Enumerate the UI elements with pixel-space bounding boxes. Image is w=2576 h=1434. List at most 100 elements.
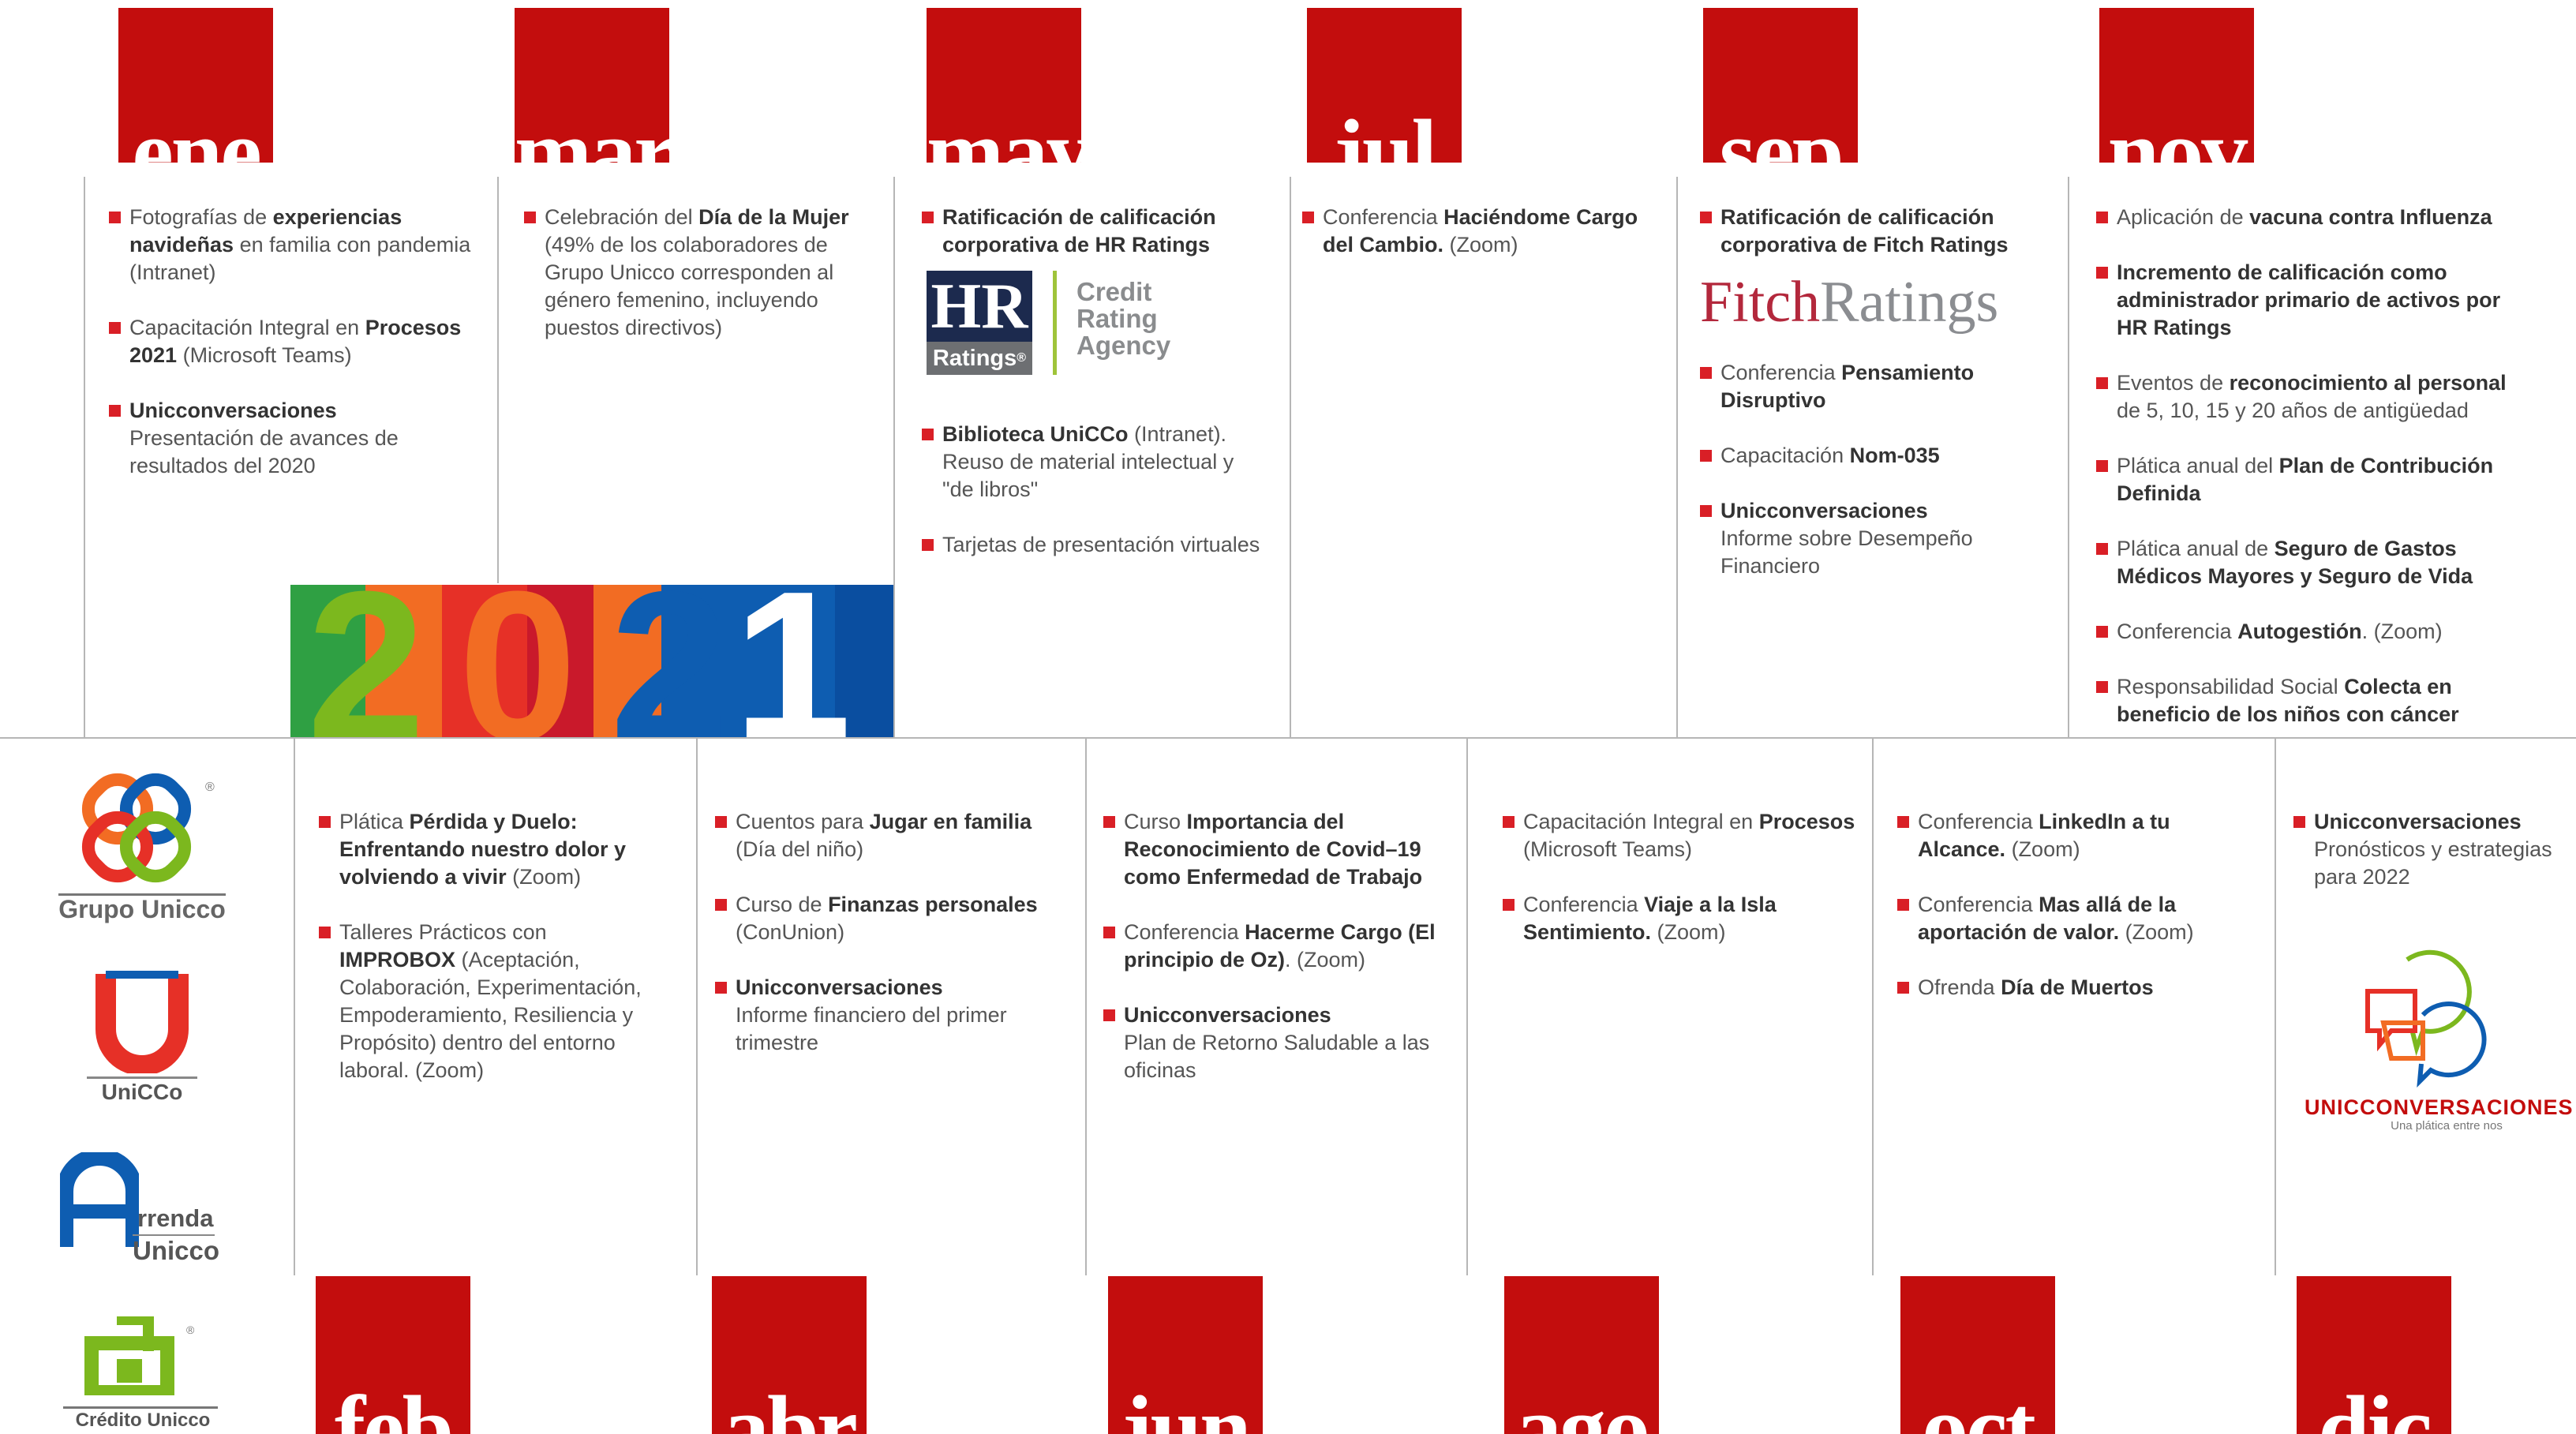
month-label: feb	[334, 1376, 454, 1434]
column-divider	[1466, 737, 1468, 1275]
month-block-ago: ago	[1504, 1276, 1659, 1434]
month-block-abr: abr	[712, 1276, 867, 1434]
credito-unicco-logo: ® Crédito Unicco	[60, 1316, 226, 1434]
hr-logo-letters: HR	[930, 270, 1028, 342]
bullet	[1103, 1009, 1115, 1021]
list-item: Incremento de calificación como administ…	[2096, 259, 2522, 342]
month-label: sep	[1719, 100, 1844, 163]
column-divider	[696, 737, 698, 1275]
bullet	[1503, 899, 1515, 911]
list-item: Biblioteca UniCCo (Intranet). Reuso de m…	[922, 421, 1261, 504]
list-item: Capacitación Integral en Procesos 2021 (…	[109, 314, 472, 369]
list-item: Unicconversaciones Presentación de avance…	[109, 397, 472, 480]
month-label: dic	[2318, 1376, 2432, 1434]
fitch-ratings-logo: FitchRatings	[1700, 266, 2039, 339]
grupo-unicco-name: Grupo Unicco	[58, 895, 226, 923]
bullet	[715, 899, 727, 911]
bullet	[2096, 377, 2108, 389]
bullet	[1503, 816, 1515, 828]
arrenda-unicco-text: Unicco	[133, 1236, 220, 1265]
list-item: Plática anual del Plan de Contribución D…	[2096, 452, 2522, 507]
month-block-jul: jul	[1307, 8, 1462, 163]
bullet	[2096, 460, 2108, 472]
month-label: jul	[1333, 100, 1438, 163]
list-item: Tarjetas de presentación virtuales	[922, 531, 1261, 559]
unicconversaciones-wordmark: UNICCONVERSACIONES	[2305, 1095, 2574, 1119]
ratings-word: Ratings	[1820, 270, 1999, 335]
month-block-mar: mar	[515, 8, 669, 163]
month-block-feb: feb	[316, 1276, 470, 1434]
bullet	[109, 212, 121, 223]
month-block-nov: nov	[2099, 8, 2254, 163]
bullet	[922, 539, 934, 551]
column-divider	[84, 177, 85, 737]
fitch-word: Fitch	[1700, 270, 1821, 335]
unicconversaciones-tagline: Una plática entre nos	[2391, 1119, 2503, 1133]
column-divider	[893, 177, 895, 737]
hr-logo-ratings-band: Ratings®	[927, 342, 1032, 375]
list-item: Conferencia Hacerme Cargo (El principio …	[1103, 919, 1443, 974]
svg-text:0: 0	[459, 585, 577, 737]
list-item: Capacitación Nom-035	[1700, 442, 2039, 470]
month-block-jun: jun	[1108, 1276, 1263, 1434]
unicco-divider	[87, 1076, 197, 1079]
list-item: Ofrenda Día de Muertos	[1897, 974, 2229, 1002]
bullet	[2096, 681, 2108, 693]
bullet	[1700, 450, 1712, 462]
column-divider	[1085, 737, 1087, 1275]
list-item: Capacitación Integral en Procesos (Micro…	[1503, 808, 1858, 863]
list-item: Conferencia Mas allá de la aportación de…	[1897, 891, 2229, 946]
month-block-sep: sep	[1703, 8, 1858, 163]
year-2021-graphic: 2 0 2 1	[290, 548, 893, 785]
unicco-u-icon	[95, 971, 189, 1076]
list-item: Unicconversaciones Plan de Retorno Saluda…	[1103, 1002, 1443, 1084]
bullet	[1897, 816, 1909, 828]
month-label: nov	[2107, 100, 2248, 163]
bullet	[1103, 816, 1115, 828]
list-item: Curso Importancia del Reconocimiento de …	[1103, 808, 1443, 891]
hr-logo-text: Credit Rating Agency	[1076, 277, 1171, 360]
list-item: Unicconversaciones Informe financiero del…	[715, 974, 1046, 1057]
credito-house-icon: ®	[84, 1316, 195, 1399]
column-sep: Ratificación de calificación corporativa…	[1700, 204, 2039, 608]
column-feb: Plática Pérdida y Duelo: Enfrentando nue…	[319, 808, 666, 1112]
column-mar: Celebración del Día de la Mujer (49% de l…	[524, 204, 863, 369]
hr-logo-box: HR Ratings®	[927, 271, 1032, 375]
list-item: Conferencia LinkedIn a tu Alcance. (Zoom…	[1897, 808, 2229, 863]
list-item: Ratificación de calificación corporativa…	[1700, 204, 2039, 259]
list-item: Talleres Prácticos con IMPROBOX (Aceptac…	[319, 919, 666, 1084]
bullet	[1700, 212, 1712, 223]
hr-ratings-logo: HR Ratings® Credit Rating Agency	[927, 271, 1261, 389]
bullet	[715, 816, 727, 828]
bullet	[1103, 927, 1115, 938]
column-may: Ratificación de calificación corporativa…	[922, 204, 1261, 586]
registered-mark: ®	[186, 1324, 195, 1336]
unicco-name: UniCCo	[101, 1080, 183, 1104]
registered-mark: ®	[205, 781, 215, 794]
bullet	[1897, 982, 1909, 994]
grupo-unicco-logo: ® Grupo Unicco	[55, 770, 229, 944]
month-block-may: may	[927, 8, 1081, 163]
list-item: Conferencia Viaje a la Isla Sentimiento.…	[1503, 891, 1858, 946]
month-block-oct: oct	[1900, 1276, 2055, 1434]
svg-text:1: 1	[733, 585, 852, 737]
bullet	[922, 212, 934, 223]
year-banner: 2 0 2 1 2021	[290, 548, 893, 785]
column-divider	[2275, 737, 2276, 1275]
column-jul: Conferencia Haciéndome Cargo del Cambio.…	[1302, 204, 1649, 286]
column-nov: Aplicación de vacuna contra Influenza In…	[2096, 204, 2522, 756]
list-item: Unicconversaciones Pronósticos y estrateg…	[2293, 808, 2554, 891]
list-item: Conferencia Autogestión. (Zoom)	[2096, 618, 2522, 646]
month-label: ago	[1515, 1376, 1650, 1434]
column-divider	[294, 737, 295, 1275]
month-label: oct	[1922, 1376, 2036, 1434]
bullet	[2096, 626, 2108, 638]
list-item: Cuentos para Jugar en familia (Día del n…	[715, 808, 1046, 863]
bullet	[1700, 505, 1712, 517]
arrenda-a-icon	[56, 1148, 143, 1247]
month-label: jun	[1121, 1376, 1252, 1434]
month-label: ene	[132, 100, 261, 163]
grupo-unicco-emblem-icon: ®	[81, 773, 215, 883]
list-item: Celebración del Día de la Mujer (49% de l…	[524, 204, 863, 342]
list-item: Conferencia Pensamiento Disruptivo	[1700, 359, 2039, 414]
